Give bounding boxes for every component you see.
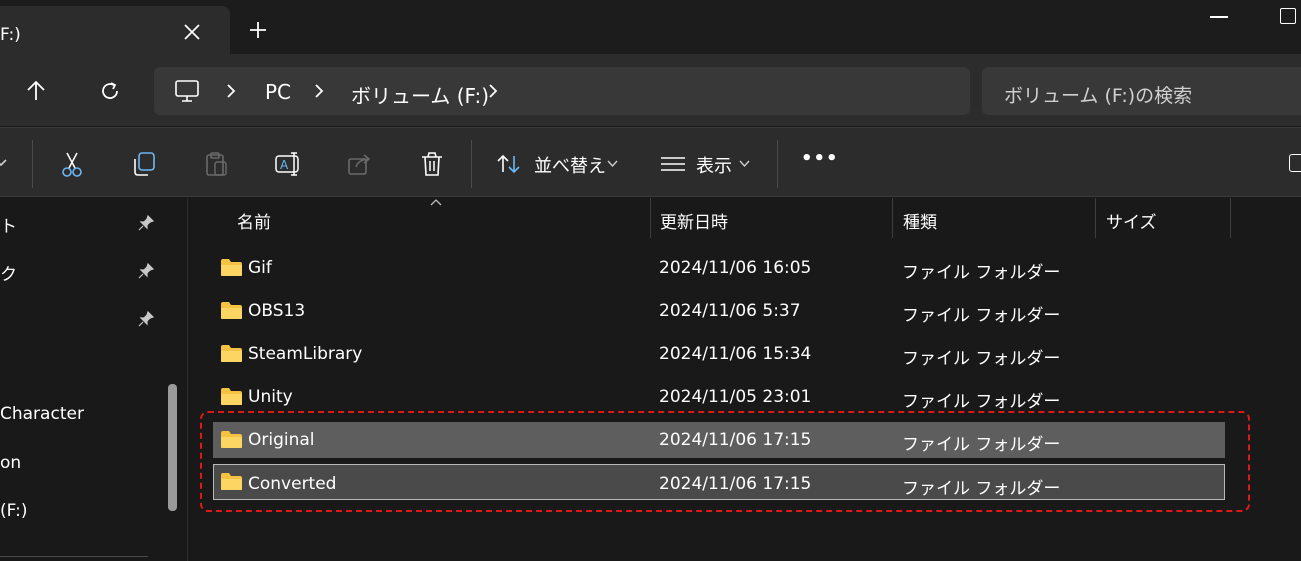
file-modified: 2024/11/06 5:37: [659, 301, 801, 321]
breadcrumb-pc[interactable]: PC: [265, 80, 291, 104]
file-row[interactable]: Gif 2024/11/06 16:05 ファイル フォルダー: [213, 250, 1225, 286]
pc-monitor-icon[interactable]: [174, 79, 200, 103]
explorer-tab[interactable]: F:): [0, 6, 230, 54]
folder-icon: [221, 388, 242, 405]
chevron-down-icon[interactable]: [0, 158, 8, 168]
pin-icon[interactable]: [137, 262, 155, 280]
file-type: ファイル フォルダー: [902, 349, 1061, 369]
view-label: 表示: [696, 156, 732, 177]
column-divider[interactable]: [892, 198, 893, 238]
folder-icon: [221, 259, 242, 276]
breadcrumb-volume-f[interactable]: ボリューム (F:): [351, 80, 489, 109]
tab-title: F:): [0, 25, 21, 45]
column-header-size[interactable]: サイズ: [1106, 208, 1157, 233]
command-bar: A 並べ替え 表示 •••: [0, 127, 1301, 197]
sort-icon: [497, 154, 520, 174]
paste-icon: [206, 152, 227, 176]
cut-icon[interactable]: [58, 150, 86, 178]
file-name: Unity: [248, 387, 293, 407]
sort-ascending-caret-icon: [430, 199, 442, 206]
pin-icon[interactable]: [137, 310, 155, 328]
svg-text:A: A: [280, 158, 289, 172]
sidebar-item[interactable]: ク: [0, 260, 17, 285]
up-arrow-icon[interactable]: [23, 78, 49, 104]
chevron-right-icon[interactable]: [224, 83, 238, 99]
chevron-right-icon[interactable]: [312, 83, 326, 99]
file-type: ファイル フォルダー: [902, 392, 1061, 412]
navigation-pane: ト ク Character on (F:): [0, 198, 188, 561]
search-box[interactable]: ボリューム (F:)の検索: [982, 67, 1301, 115]
column-divider[interactable]: [650, 198, 651, 238]
sidebar-item[interactable]: Character: [0, 404, 84, 424]
minimize-icon[interactable]: [1210, 16, 1228, 18]
column-header-modified[interactable]: 更新日時: [660, 208, 728, 233]
sidebar-item[interactable]: on: [0, 453, 21, 473]
delete-icon[interactable]: [418, 150, 446, 178]
navigation-bar: PC ボリューム (F:) ボリューム (F:)の検索: [0, 54, 1301, 126]
file-name: Gif: [248, 258, 272, 278]
new-tab-icon[interactable]: [246, 18, 270, 42]
sidebar-item-volume-f[interactable]: (F:): [0, 501, 27, 521]
sidebar-scrollbar[interactable]: [168, 384, 177, 511]
search-placeholder: ボリューム (F:)の検索: [1004, 85, 1193, 107]
file-row[interactable]: SteamLibrary 2024/11/06 15:34 ファイル フォルダー: [213, 336, 1225, 372]
folder-icon: [221, 302, 242, 319]
title-bar: F:): [0, 0, 1301, 54]
file-modified: 2024/11/06 15:34: [659, 344, 812, 364]
toolbar-divider: [471, 140, 472, 188]
view-list-icon: [661, 157, 685, 171]
chevron-down-icon: [607, 160, 618, 168]
chevron-right-icon[interactable]: [486, 83, 500, 99]
details-pane-icon[interactable]: [1289, 154, 1301, 172]
sort-button[interactable]: 並べ替え: [494, 128, 624, 198]
file-row[interactable]: Unity 2024/11/05 23:01 ファイル フォルダー: [213, 379, 1225, 415]
column-divider[interactable]: [1095, 198, 1096, 238]
rename-icon[interactable]: A: [274, 150, 302, 178]
file-modified: 2024/11/05 23:01: [659, 387, 812, 407]
address-bar[interactable]: PC ボリューム (F:): [154, 67, 970, 115]
column-header-name[interactable]: 名前: [237, 208, 271, 233]
sort-label: 並べ替え: [534, 156, 606, 177]
file-type: ファイル フォルダー: [902, 306, 1061, 326]
refresh-icon[interactable]: [97, 78, 123, 104]
sidebar-item[interactable]: ト: [0, 212, 17, 237]
view-button[interactable]: 表示: [658, 128, 758, 198]
pin-icon[interactable]: [137, 214, 155, 232]
sidebar-divider: [0, 556, 148, 557]
file-type: ファイル フォルダー: [902, 263, 1061, 283]
share-icon: [348, 154, 371, 175]
column-header-type[interactable]: 種類: [903, 208, 937, 233]
file-list: 名前 更新日時 種類 サイズ Gif 2024/11/06 16:05 ファイル…: [189, 198, 1301, 561]
maximize-icon[interactable]: [1280, 8, 1296, 24]
file-row[interactable]: OBS13 2024/11/06 5:37 ファイル フォルダー: [213, 293, 1225, 329]
toolbar-divider: [32, 140, 33, 188]
folder-icon: [221, 345, 242, 362]
chevron-down-icon: [739, 160, 750, 168]
file-name: OBS13: [248, 301, 306, 321]
more-options-button[interactable]: •••: [801, 148, 839, 169]
file-name: SteamLibrary: [248, 344, 363, 364]
toolbar-divider: [777, 140, 778, 188]
copy-icon[interactable]: [130, 150, 158, 178]
column-divider[interactable]: [1230, 198, 1231, 238]
selection-highlight-annotation: [200, 411, 1250, 512]
file-modified: 2024/11/06 16:05: [659, 258, 812, 278]
close-tab-icon[interactable]: [180, 20, 204, 44]
